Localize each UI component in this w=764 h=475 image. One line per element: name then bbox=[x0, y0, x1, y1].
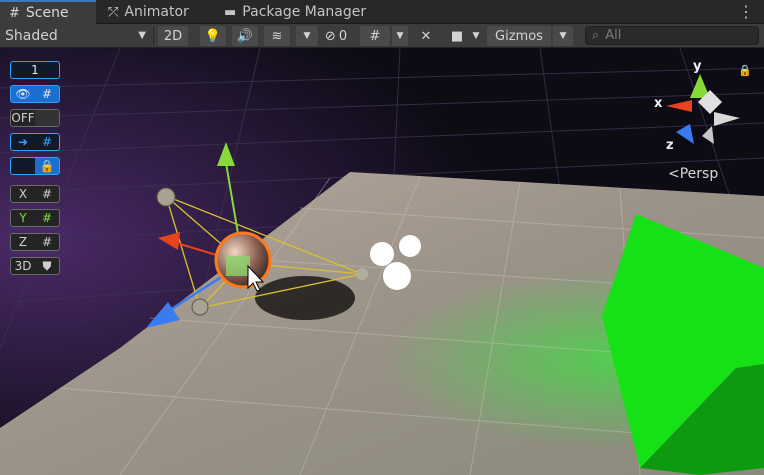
plane-handle bbox=[226, 256, 250, 276]
layer-field-value: 1 bbox=[31, 63, 39, 77]
gizmos-dropdown[interactable]: ▼ bbox=[553, 26, 573, 46]
y-label: Y bbox=[19, 211, 27, 225]
lock-icon: 🔒 bbox=[35, 158, 59, 174]
search-icon: ⌕ bbox=[592, 28, 600, 43]
tab-bar: # Scene ⤱ Animator ▬ Package Manager ⋮ bbox=[0, 0, 764, 24]
3d-label: 3D bbox=[14, 259, 32, 273]
dropdown-arrow-icon: ▼ bbox=[472, 31, 480, 41]
grid-toggle-button[interactable]: # bbox=[360, 26, 390, 46]
z-axis-toggle[interactable]: Z # bbox=[10, 233, 60, 251]
tab-package-manager[interactable]: ▬ Package Manager bbox=[224, 0, 366, 24]
camera-dropdown[interactable]: ▼ bbox=[468, 26, 484, 46]
dropdown-arrow-icon: ▼ bbox=[138, 30, 146, 41]
draw-mode-label: Shaded bbox=[5, 27, 58, 44]
camera-icon: ■ bbox=[450, 28, 464, 44]
tab-scene[interactable]: # Scene bbox=[0, 0, 96, 24]
light-sphere bbox=[399, 235, 421, 257]
dropdown-arrow-icon: ▼ bbox=[396, 31, 404, 41]
scene-render[interactable] bbox=[0, 48, 764, 475]
search-field[interactable]: ⌕ bbox=[585, 26, 759, 45]
tools-icon: ✕ bbox=[420, 28, 432, 44]
camera-corner bbox=[156, 187, 176, 207]
grid-icon: # bbox=[41, 87, 53, 101]
2d-toggle-button[interactable]: 2D bbox=[158, 26, 188, 46]
tab-package-manager-label: Package Manager bbox=[242, 4, 367, 20]
grid-icon: # bbox=[41, 235, 53, 249]
camera-button[interactable]: ■ bbox=[446, 26, 468, 46]
off-label: OFF bbox=[11, 111, 35, 125]
speaker-icon: 🔊 bbox=[236, 28, 254, 44]
gizmo-z-label: z bbox=[666, 138, 674, 153]
camera-corner bbox=[356, 268, 368, 280]
x-label: X bbox=[18, 187, 28, 201]
gizmo-x-label: x bbox=[654, 96, 663, 111]
effects-toggle-button[interactable]: ≋ bbox=[264, 26, 290, 46]
light-sphere bbox=[370, 242, 394, 266]
gizmo-y-label: y bbox=[693, 59, 702, 74]
grid-icon: # bbox=[41, 187, 53, 201]
scene-viewport[interactable]: 1 👁 # OFF ➜ # 🔒 X # Y # Z # 3D ⛊ y x z 🔒… bbox=[0, 48, 764, 475]
camera-corner bbox=[191, 298, 209, 316]
projection-label: Persp bbox=[679, 166, 719, 182]
scene-toolbar: Shaded ▼ 2D 💡 🔊 ≋ ▼ ⊘ 0 # ▼ ✕ ■ ▼ Gizmos… bbox=[0, 24, 764, 48]
grid-icon: # bbox=[41, 211, 53, 225]
visibility-toggle[interactable]: 👁 # bbox=[10, 85, 60, 103]
tab-scene-label: Scene bbox=[25, 5, 69, 21]
lock-icon[interactable]: 🔒 bbox=[738, 64, 752, 77]
package-icon: ▬ bbox=[224, 4, 237, 20]
more-options-icon[interactable]: ⋮ bbox=[738, 2, 754, 21]
grid-dropdown[interactable]: ▼ bbox=[392, 26, 408, 46]
off-toggle[interactable]: OFF bbox=[10, 109, 60, 127]
dropdown-arrow-icon: ▼ bbox=[559, 31, 567, 41]
audio-toggle-button[interactable]: 🔊 bbox=[232, 26, 258, 46]
draw-mode-dropdown[interactable]: Shaded ▼ bbox=[5, 24, 150, 47]
projection-toggle[interactable]: <Persp bbox=[668, 166, 718, 182]
2d-label: 2D bbox=[163, 28, 183, 44]
divider bbox=[153, 27, 154, 45]
hidden-objects-toggle[interactable]: ⊘ 0 bbox=[318, 26, 354, 46]
snap-move-toggle[interactable]: ➜ # bbox=[10, 133, 60, 151]
3d-toggle[interactable]: 3D ⛊ bbox=[10, 257, 60, 275]
effects-dropdown[interactable]: ▼ bbox=[296, 26, 318, 46]
y-axis-toggle[interactable]: Y # bbox=[10, 209, 60, 227]
lock-toggle[interactable]: 🔒 bbox=[10, 157, 60, 175]
lighting-toggle-button[interactable]: 💡 bbox=[200, 26, 226, 46]
search-input[interactable] bbox=[603, 27, 748, 44]
gizmos-button[interactable]: Gizmos bbox=[487, 26, 551, 46]
tools-button[interactable]: ✕ bbox=[414, 26, 438, 46]
tab-animator[interactable]: ⤱ Animator bbox=[108, 0, 189, 24]
layer-field[interactable]: 1 bbox=[10, 61, 60, 79]
hidden-count: 0 bbox=[338, 28, 348, 44]
grid-icon: # bbox=[369, 28, 381, 44]
grid-icon: # bbox=[9, 5, 20, 21]
layers-icon: ≋ bbox=[271, 28, 283, 44]
toggle-track bbox=[35, 110, 59, 126]
lightbulb-icon: 💡 bbox=[204, 28, 222, 44]
shield-icon: ⛊ bbox=[42, 258, 52, 273]
eye-slash-icon: ⊘ bbox=[324, 28, 336, 44]
tab-animator-label: Animator bbox=[124, 4, 189, 20]
x-axis-toggle[interactable]: X # bbox=[10, 185, 60, 203]
eye-icon: 👁 bbox=[15, 87, 31, 101]
object-shadow bbox=[255, 276, 355, 320]
light-sphere bbox=[383, 262, 411, 290]
animator-icon: ⤱ bbox=[108, 4, 119, 20]
gizmos-label: Gizmos bbox=[495, 28, 543, 44]
grid-icon: # bbox=[41, 135, 53, 149]
z-label: Z bbox=[18, 235, 28, 249]
arrow-right-icon: ➜ bbox=[17, 135, 29, 149]
chevron-left-icon: < bbox=[668, 166, 680, 182]
toggle-track bbox=[11, 158, 35, 174]
dropdown-arrow-icon: ▼ bbox=[303, 31, 311, 41]
